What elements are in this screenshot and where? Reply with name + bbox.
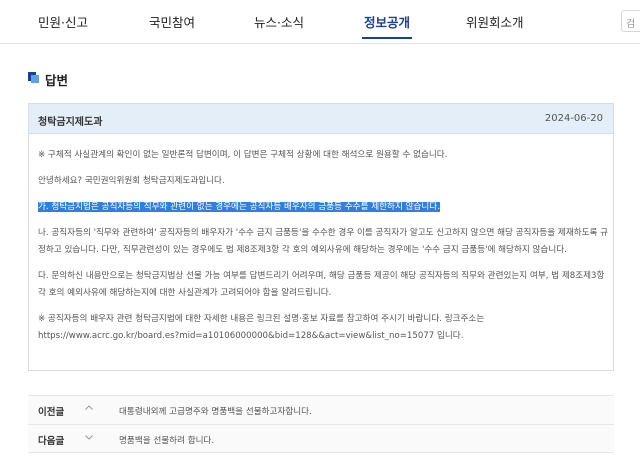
nav-item-citizen-participation[interactable]: 국민참여 <box>149 12 195 31</box>
next-post-title[interactable]: 명품백을 선물하려 합니다. <box>119 434 214 446</box>
search-input[interactable]: 검 <box>621 10 640 32</box>
nav-item-information-disclosure[interactable]: 정보공개 <box>361 12 413 39</box>
next-post-label: 다음글 <box>38 436 65 447</box>
nav-item-civil-complaint[interactable]: 민원·신고 <box>38 12 88 31</box>
answer-body: ※ 구체적 사실관계의 확인이 없는 일반론적 답변이며, 이 답변은 구체적 … <box>38 147 610 354</box>
nav-item-committee-intro[interactable]: 위원회소개 <box>466 12 524 31</box>
section-title: 답변 <box>45 73 69 88</box>
prev-post-row[interactable]: 이전글 대통령내외께 고급명주와 명품백을 선물하고자합니다. <box>28 395 614 424</box>
square-bullet-icon <box>28 72 39 83</box>
chevron-down-icon <box>85 435 93 440</box>
chevron-up-icon <box>85 405 93 410</box>
next-post-row[interactable]: 다음글 명품백을 선물하려 합니다. <box>28 424 614 453</box>
answer-reference: ※ 공직자등의 배우자 관련 청탁금지법에 대한 자세한 내용은 링크된 설명·… <box>38 314 485 341</box>
answer-notice: ※ 구체적 사실관계의 확인이 없는 일반론적 답변이며, 이 답변은 구체적 … <box>38 150 448 160</box>
prev-post-label: 이전글 <box>38 407 65 418</box>
answer-date: 2024-06-20 <box>544 113 603 124</box>
nav-item-news[interactable]: 뉴스·소식 <box>254 12 304 31</box>
answer-highlighted-text[interactable]: 가. 청탁금지법은 공직자등의 직무와 관련이 없는 경우에는 공직자등 배우자… <box>38 202 440 212</box>
answer-card: 청탁금지제도과 2024-06-20 ※ 구체적 사실관계의 확인이 없는 일반… <box>28 103 614 371</box>
answer-greeting: 안녕하세요? 국민권익위원회 청탁금지제도과입니다. <box>38 176 225 186</box>
answer-paragraph-b: 나. 공직자등의 '직무와 관련하여' 공직자등의 배우자가 '수수 금지 금품… <box>38 228 609 255</box>
answer-department: 청탁금지제도과 <box>38 117 103 128</box>
answer-card-header: 청탁금지제도과 2024-06-20 <box>29 104 613 134</box>
top-nav: 민원·신고 국민참여 뉴스·소식 정보공개 위원회소개 검 <box>0 0 640 44</box>
prev-post-title[interactable]: 대통령내외께 고급명주와 명품백을 선물하고자합니다. <box>119 405 312 417</box>
answer-paragraph-c: 다. 문의하신 내용만으로는 청탁금지법상 선물 가능 여부를 답변드리기 어려… <box>38 271 605 298</box>
